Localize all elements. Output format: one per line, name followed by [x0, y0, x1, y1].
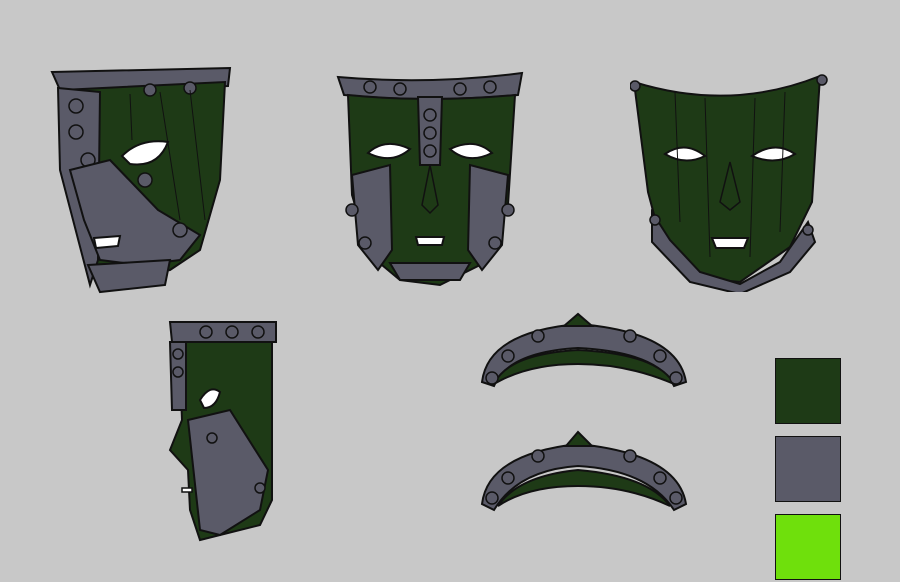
swatch-metal-gray — [775, 436, 841, 502]
mask-top-view — [478, 312, 690, 392]
mask-bottom-view — [478, 430, 690, 514]
swatch-mask-green — [775, 358, 841, 424]
mask-side-profile-view — [160, 320, 290, 550]
mask-front-view — [330, 65, 530, 295]
mask-plain-front-view — [630, 72, 830, 292]
swatch-accent-green — [775, 514, 841, 580]
mask-three-quarter-view — [40, 60, 240, 300]
